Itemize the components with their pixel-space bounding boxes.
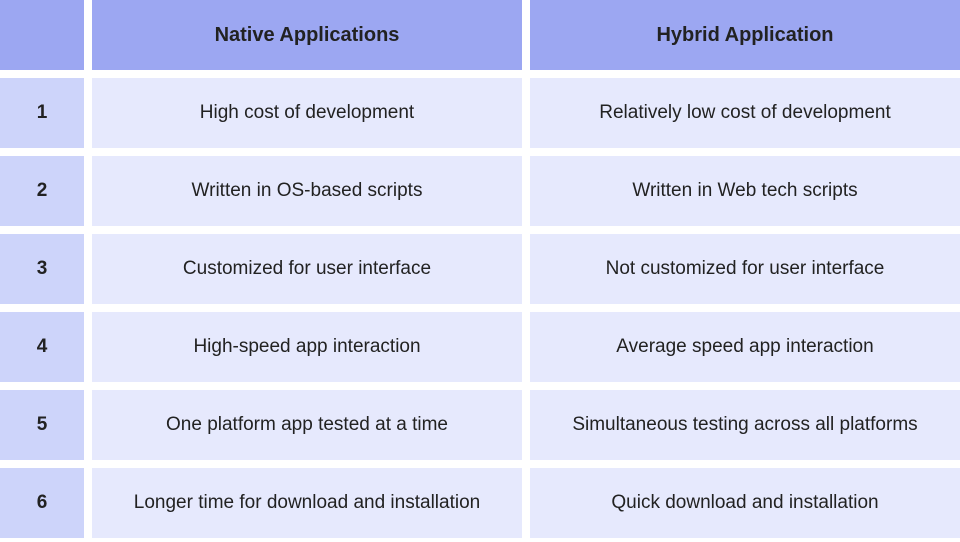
row-hybrid: Average speed app interaction bbox=[530, 312, 960, 382]
row-hybrid: Simultaneous testing across all platform… bbox=[530, 390, 960, 460]
row-index: 5 bbox=[0, 390, 84, 460]
header-native: Native Applications bbox=[92, 0, 522, 70]
row-native: Longer time for download and installatio… bbox=[92, 468, 522, 538]
comparison-table: Native Applications Hybrid Application 1… bbox=[0, 0, 960, 542]
row-native: High cost of development bbox=[92, 78, 522, 148]
row-index: 1 bbox=[0, 78, 84, 148]
row-index: 6 bbox=[0, 468, 84, 538]
row-native: Customized for user interface bbox=[92, 234, 522, 304]
row-native: High-speed app interaction bbox=[92, 312, 522, 382]
row-index: 4 bbox=[0, 312, 84, 382]
header-corner bbox=[0, 0, 84, 70]
row-index: 3 bbox=[0, 234, 84, 304]
row-native: One platform app tested at a time bbox=[92, 390, 522, 460]
row-hybrid: Written in Web tech scripts bbox=[530, 156, 960, 226]
row-index: 2 bbox=[0, 156, 84, 226]
row-hybrid: Quick download and installation bbox=[530, 468, 960, 538]
header-hybrid: Hybrid Application bbox=[530, 0, 960, 70]
row-hybrid: Not customized for user interface bbox=[530, 234, 960, 304]
row-hybrid: Relatively low cost of development bbox=[530, 78, 960, 148]
row-native: Written in OS-based scripts bbox=[92, 156, 522, 226]
